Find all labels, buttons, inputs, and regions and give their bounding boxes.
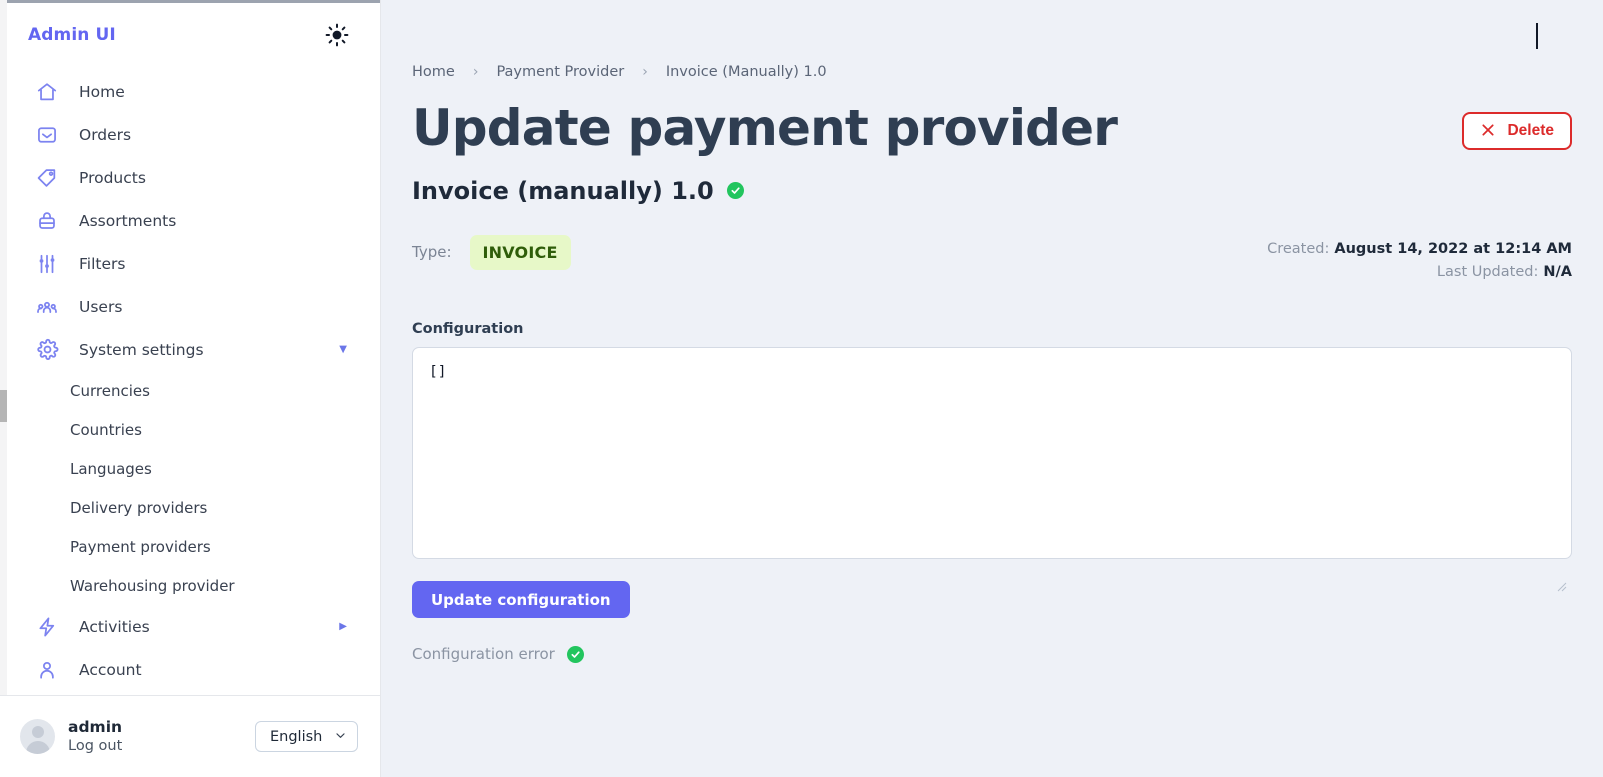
sidebar-item-label: Account (79, 660, 142, 679)
breadcrumb: Home › Payment Provider › Invoice (Manua… (381, 0, 1603, 80)
breadcrumb-item-payment-provider[interactable]: Payment Provider (496, 64, 624, 80)
sidebar-item-label: Assortments (79, 211, 177, 230)
users-icon (34, 294, 60, 320)
sidebar-subitem-label: Currencies (70, 381, 150, 400)
sidebar-subitem-label: Delivery providers (70, 498, 208, 517)
created-line: Created: August 14, 2022 at 12:14 AM (1267, 238, 1572, 262)
created-label: Created: (1267, 240, 1330, 257)
box-icon (34, 208, 60, 234)
avatar (20, 719, 55, 754)
sidebar-item-label: Orders (79, 125, 132, 144)
sidebar-scrollbar-thumb[interactable] (0, 390, 7, 422)
type-group: Type: INVOICE (412, 234, 571, 270)
text-cursor-caret (1536, 23, 1538, 49)
sidebar-item-account[interactable]: Account (0, 648, 380, 691)
tag-icon (34, 165, 60, 191)
admin-ui-page: Admin UI Home Orders Products Assortment… (0, 0, 1603, 777)
sidebar-scroll-area: Admin UI Home Orders Products Assortment… (0, 0, 380, 696)
sidebar: Admin UI Home Orders Products Assortment… (0, 0, 381, 777)
title-row: Update payment provider Delete (381, 80, 1603, 155)
sidebar-item-label: Users (79, 297, 123, 316)
chevron-down-icon (334, 727, 347, 746)
meta-row: Type: INVOICE Created: August 14, 2022 at… (381, 205, 1603, 286)
sidebar-item-label: System settings (79, 340, 204, 359)
sidebar-item-filters[interactable]: Filters (0, 242, 380, 285)
configuration-error-label: Configuration error (412, 645, 555, 664)
delete-button-label: Delete (1507, 122, 1554, 140)
check-circle-icon (566, 645, 584, 663)
person-icon (34, 657, 60, 683)
check-circle-icon (726, 182, 744, 199)
sidebar-scrollbar[interactable] (0, 0, 7, 695)
sidebar-subitem-label: Warehousing provider (70, 576, 235, 595)
subtitle-row: Invoice (manually) 1.0 (381, 155, 1603, 205)
sidebar-item-label: Activities (79, 617, 150, 636)
status-badge: INVOICE (469, 234, 571, 270)
logout-link[interactable]: Log out (68, 737, 242, 755)
brand-logo[interactable]: Admin UI (28, 25, 116, 45)
last-updated-label: Last Updated: (1436, 264, 1539, 281)
breadcrumb-item-current: Invoice (Manually) 1.0 (665, 64, 827, 80)
user-name: admin (68, 717, 123, 736)
bolt-icon (34, 614, 60, 640)
created-value: August 14, 2022 at 12:14 AM (1334, 240, 1572, 257)
sidebar-subitem-label: Languages (70, 459, 152, 478)
sidebar-item-products[interactable]: Products (0, 156, 380, 199)
chevron-right-icon[interactable]: ▶ (339, 621, 347, 632)
type-label: Type: (412, 243, 452, 261)
sidebar-subitem-label: Payment providers (70, 537, 211, 556)
sidebar-nav: Home Orders Products Assortments Filters… (0, 70, 380, 691)
sidebar-subitem-currencies[interactable]: Currencies (0, 371, 380, 410)
sidebar-subitem-countries[interactable]: Countries (0, 410, 380, 449)
chevron-right-icon: › (472, 64, 479, 80)
close-icon (1480, 122, 1496, 141)
sidebar-header: Admin UI (0, 0, 380, 70)
configuration-textarea[interactable] (412, 347, 1572, 560)
sidebar-subitem-delivery-providers[interactable]: Delivery providers (0, 488, 380, 527)
sidebar-item-label: Filters (79, 254, 126, 273)
sidebar-subitem-warehousing-provider[interactable]: Warehousing provider (0, 566, 380, 605)
sidebar-item-assortments[interactable]: Assortments (0, 199, 380, 242)
sidebar-item-orders[interactable]: Orders (0, 113, 380, 156)
sidebar-top-divider (7, 0, 380, 3)
home-icon (34, 79, 60, 105)
sidebar-item-home[interactable]: Home (0, 70, 380, 113)
sidebar-item-label: Products (79, 168, 146, 187)
main-content: Home › Payment Provider › Invoice (Manua… (381, 0, 1603, 777)
sidebar-subitem-label: Countries (70, 420, 142, 439)
sliders-icon (34, 251, 60, 277)
last-updated-value: N/A (1543, 264, 1572, 281)
sidebar-item-system-settings[interactable]: System settings ▼ (0, 328, 380, 371)
language-select[interactable]: English (255, 721, 358, 752)
delete-button[interactable]: Delete (1462, 112, 1572, 151)
configuration-label: Configuration (412, 321, 524, 338)
chevron-right-icon: › (642, 64, 648, 80)
provider-subtitle: Invoice (manually) 1.0 (412, 176, 714, 205)
sidebar-subitem-payment-providers[interactable]: Payment providers (0, 527, 380, 566)
update-configuration-button[interactable]: Update configuration (412, 581, 630, 619)
chevron-down-icon[interactable]: ▼ (339, 344, 347, 355)
textarea-resize-handle[interactable] (1557, 577, 1567, 592)
sidebar-user-footer: admin Log out English (0, 696, 380, 777)
inbox-icon (34, 122, 60, 148)
configuration-field-wrap (381, 337, 1603, 563)
user-meta: admin Log out (68, 718, 242, 756)
timestamps: Created: August 14, 2022 at 12:14 AM Last… (1267, 235, 1572, 286)
sidebar-item-users[interactable]: Users (0, 285, 380, 328)
configuration-error-row: Configuration error (381, 618, 1603, 663)
sun-icon[interactable] (322, 20, 352, 50)
page-title: Update payment provider (412, 99, 1118, 157)
breadcrumb-item-home[interactable]: Home (412, 64, 455, 80)
gear-icon (34, 337, 60, 363)
sidebar-item-activities[interactable]: Activities ▶ (0, 605, 380, 648)
sidebar-item-label: Home (79, 82, 125, 101)
sidebar-subitem-languages[interactable]: Languages (0, 449, 380, 488)
last-updated-line: Last Updated: N/A (1267, 261, 1572, 285)
language-select-value: English (270, 728, 323, 745)
